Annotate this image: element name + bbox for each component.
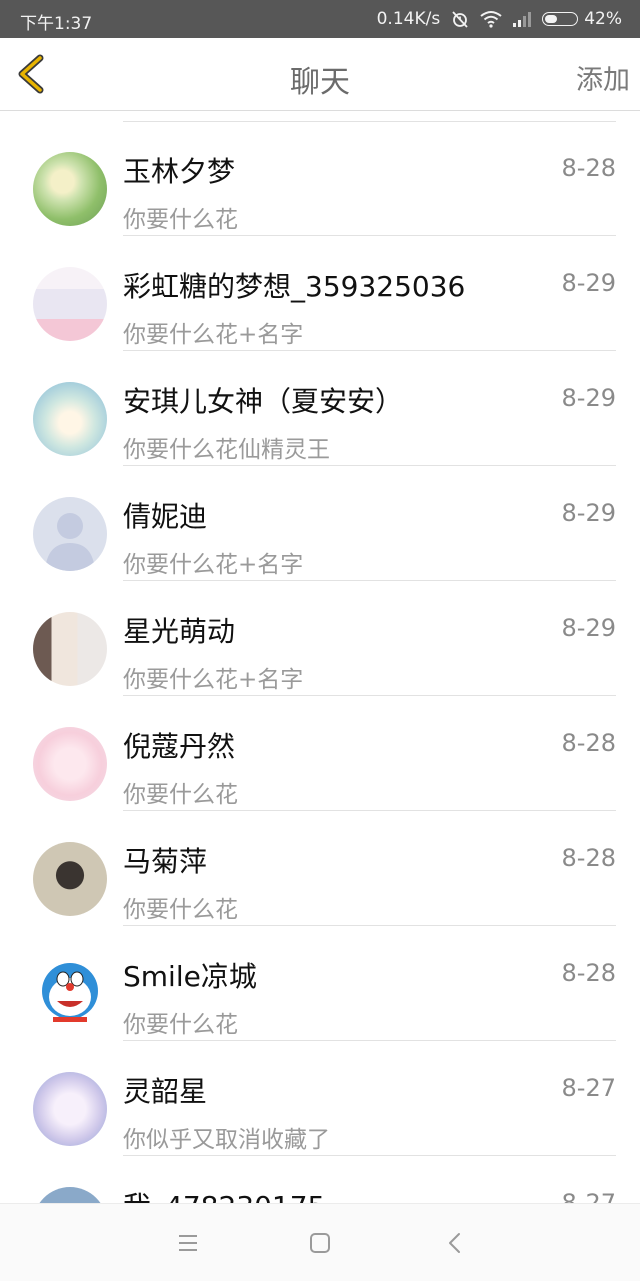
avatar[interactable]	[33, 152, 107, 226]
home-button[interactable]	[305, 1228, 335, 1258]
chat-name: 倩妮迪	[123, 500, 208, 533]
chat-preview: 你要什么花	[123, 897, 238, 923]
chat-name: 马菊萍	[123, 845, 208, 878]
home-square-icon	[310, 1233, 330, 1253]
chat-item[interactable]: 灵韶星 8-27 你似乎又取消收藏了	[0, 1041, 640, 1156]
avatar[interactable]	[33, 1187, 107, 1203]
chat-date: 8-28	[561, 959, 616, 987]
chat-date: 8-29	[561, 499, 616, 527]
status-time: 下午1:37	[20, 14, 93, 34]
chat-name: Smile凉城	[123, 960, 257, 993]
chat-name: 倪蔻丹然	[123, 730, 236, 763]
chat-item[interactable]: 玉林夕梦 8-28 你要什么花	[0, 121, 640, 236]
avatar[interactable]	[33, 842, 107, 916]
nav-back-button[interactable]	[440, 1228, 470, 1258]
chat-item[interactable]: 星光萌动 8-29 你要什么花+名字	[0, 581, 640, 696]
doraemon-avatar-icon	[42, 963, 98, 1022]
chat-name: 安琪儿女神（夏安安）	[123, 385, 404, 418]
chat-item[interactable]: 倩妮迪 8-29 你要什么花+名字	[0, 466, 640, 581]
wifi-icon	[480, 11, 502, 28]
chat-preview: 你要什么花	[123, 782, 238, 808]
chat-preview: 你要什么花+名字	[123, 667, 304, 693]
chat-date: 8-27	[561, 1074, 616, 1102]
status-right: 0.14K/s 42%	[367, 9, 622, 29]
chat-date: 8-29	[561, 384, 616, 412]
chat-name: 彩虹糖的梦想_359325036	[123, 270, 466, 303]
signal-icon	[513, 12, 532, 27]
chat-item[interactable]: 马菊萍 8-28 你要什么花	[0, 811, 640, 926]
avatar[interactable]	[33, 612, 107, 686]
battery-indicator: 42%	[542, 9, 622, 29]
avatar[interactable]	[33, 267, 107, 341]
avatar[interactable]	[33, 1072, 107, 1146]
status-bar: 下午1:37 0.14K/s 42%	[0, 0, 640, 38]
chat-preview: 你要什么花	[123, 1012, 238, 1038]
avatar[interactable]	[33, 727, 107, 801]
chat-name: 星光萌动	[123, 615, 236, 648]
chat-preview: 你似乎又取消收藏了	[123, 1127, 330, 1153]
chat-date: 8-29	[561, 269, 616, 297]
chat-date: 8-29	[561, 614, 616, 642]
chat-date: 8-27	[561, 1189, 616, 1203]
network-speed: 0.14K/s	[376, 9, 441, 29]
chat-item[interactable]: 彩虹糖的梦想_359325036 8-29 你要什么花+名字	[0, 236, 640, 351]
menu-icon	[179, 1235, 197, 1251]
chat-item[interactable]: 安琪儿女神（夏安安） 8-29 你要什么花仙精灵王	[0, 351, 640, 466]
chat-preview: 你要什么花	[123, 207, 238, 233]
chat-preview: 你要什么花+名字	[123, 322, 304, 348]
alarm-off-icon	[452, 11, 468, 28]
chat-preview: 你要什么花+名字	[123, 552, 304, 578]
avatar[interactable]	[33, 497, 107, 571]
battery-fill	[545, 15, 557, 23]
chat-list[interactable]: 玉林夕梦 8-28 你要什么花 彩虹糖的梦想_359325036 8-29 你要…	[0, 111, 640, 1203]
avatar[interactable]	[33, 957, 107, 1031]
system-nav-bar	[0, 1203, 640, 1281]
battery-icon	[542, 12, 579, 26]
chat-item[interactable]: 我_478230175 8-27	[0, 1156, 640, 1203]
chat-name: 我_478230175	[123, 1185, 325, 1203]
chat-date: 8-28	[561, 844, 616, 872]
avatar[interactable]	[33, 382, 107, 456]
page-title: 聊天	[290, 65, 350, 100]
default-avatar-icon	[45, 513, 95, 571]
chat-date: 8-28	[561, 154, 616, 182]
menu-button[interactable]	[173, 1228, 203, 1258]
chat-item[interactable]: 倪蔻丹然 8-28 你要什么花	[0, 696, 640, 811]
battery-percent: 42%	[584, 9, 622, 29]
app-header: 聊天 添加	[0, 38, 640, 111]
chat-date: 8-28	[561, 729, 616, 757]
chat-name: 灵韶星	[123, 1075, 208, 1108]
back-triangle-icon	[449, 1233, 460, 1253]
chat-name: 玉林夕梦	[123, 155, 236, 188]
chat-preview: 你要什么花仙精灵王	[123, 437, 330, 463]
chat-item[interactable]: Smile凉城 8-28 你要什么花	[0, 926, 640, 1041]
add-button[interactable]: 添加	[576, 58, 630, 97]
